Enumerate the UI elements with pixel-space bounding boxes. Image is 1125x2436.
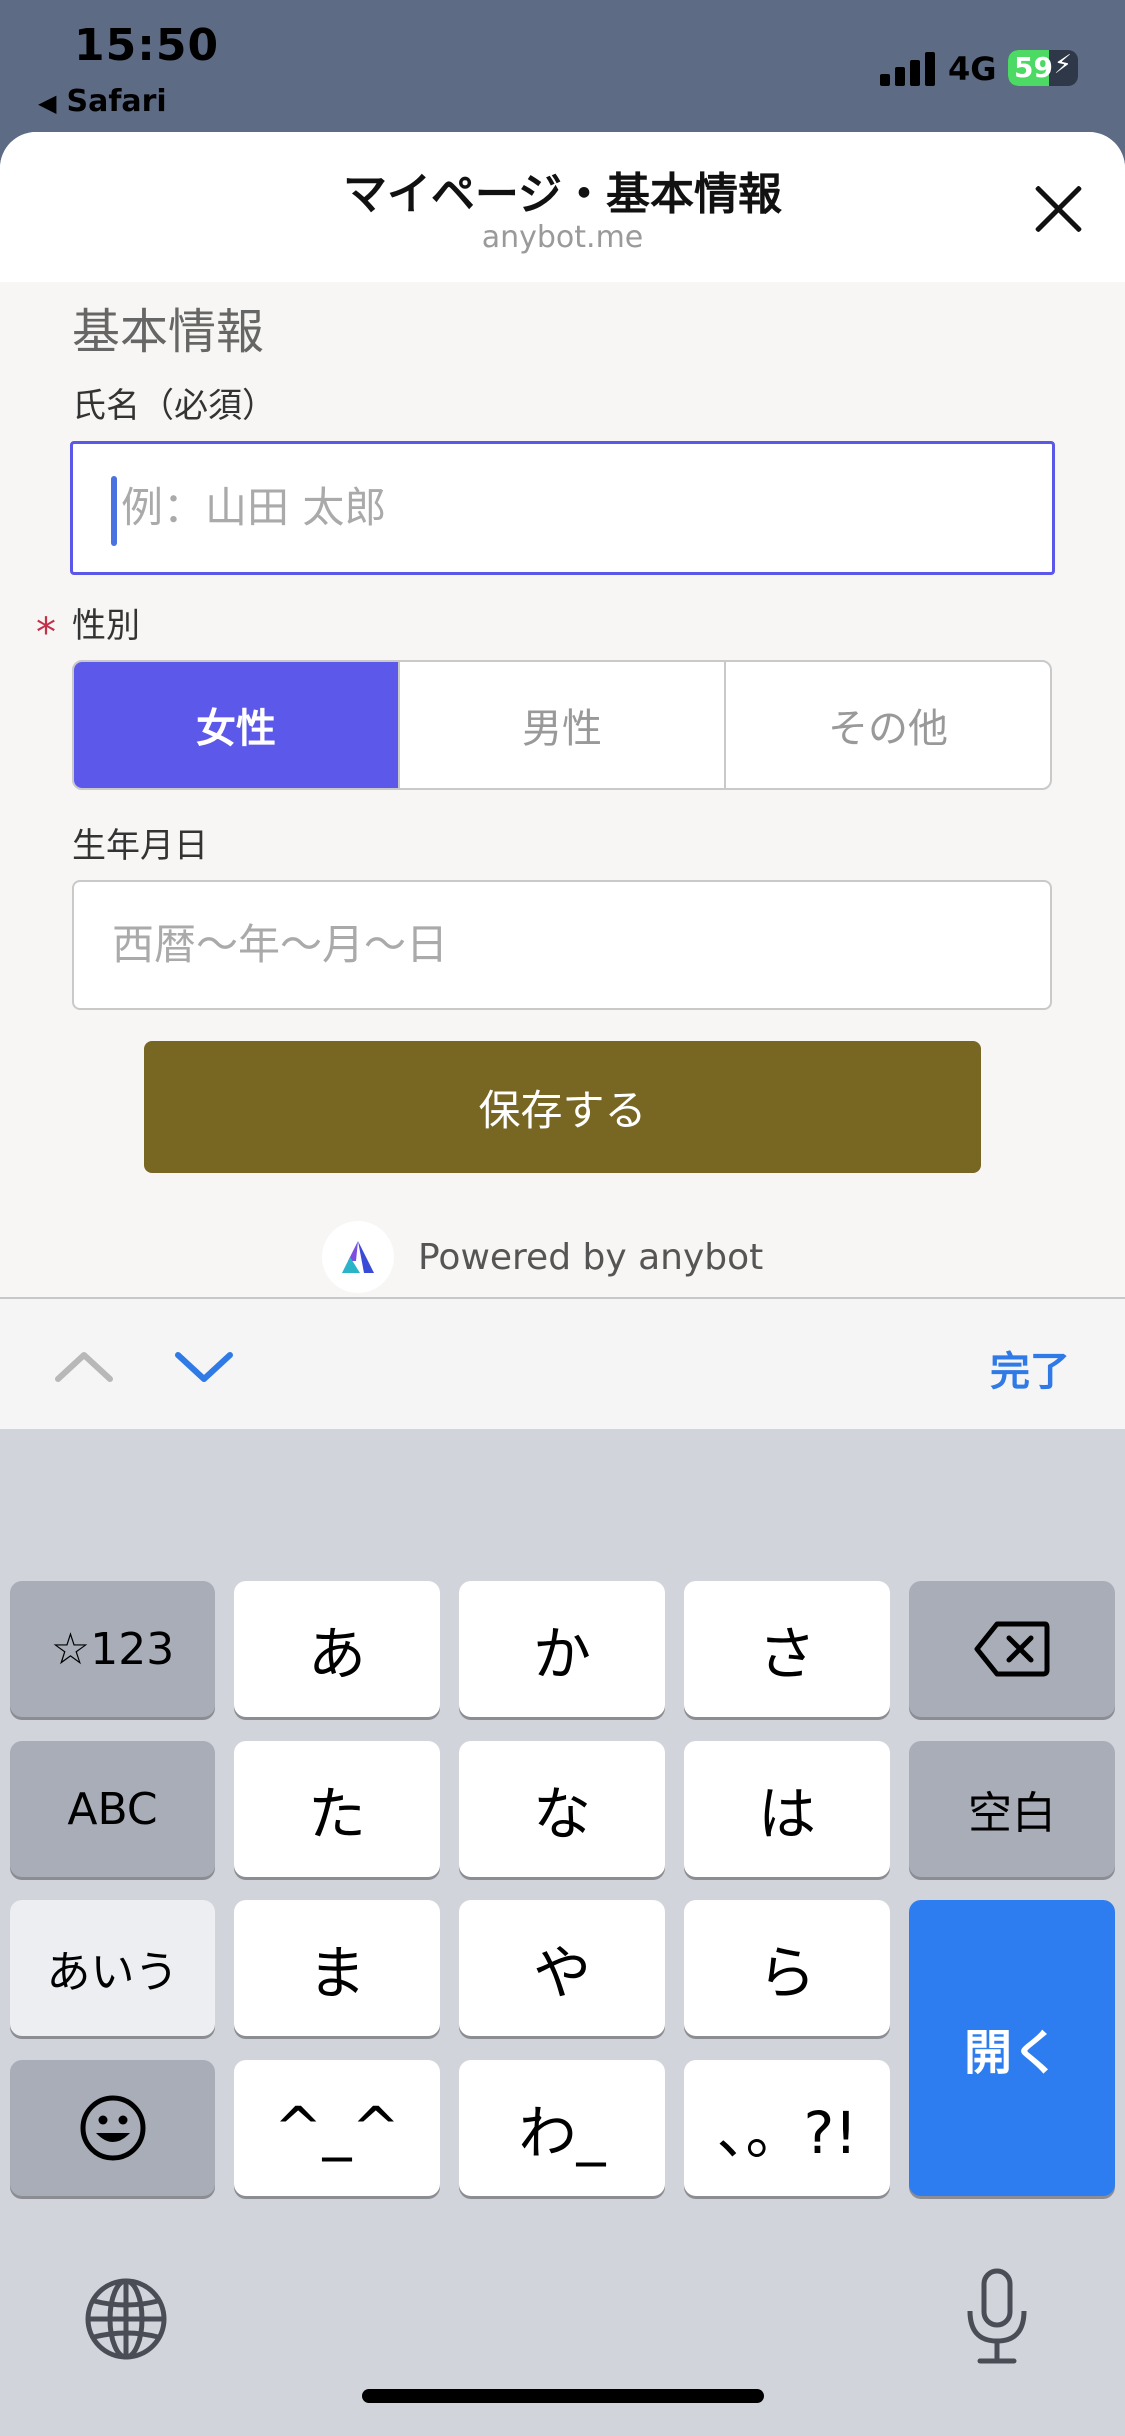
key-symbols[interactable]: ☆123 — [10, 1581, 215, 1717]
sheet-header: マイページ・基本情報 anybot.me — [0, 132, 1125, 282]
key-punctuation[interactable]: 、。?! — [684, 2060, 890, 2196]
sheet-domain: anybot.me — [481, 220, 644, 255]
return-key[interactable]: 開く — [909, 1900, 1115, 2196]
back-app-label: Safari — [66, 84, 167, 119]
key-kaomoji[interactable]: ^_^ — [234, 2060, 440, 2196]
delete-key[interactable] — [909, 1581, 1115, 1717]
key-ra[interactable]: ら — [684, 1900, 890, 2036]
charging-bolt-icon: ⚡ — [1053, 50, 1072, 80]
name-label: 氏名（必須） — [72, 386, 276, 426]
sheet-title: マイページ・基本情報 — [342, 169, 783, 220]
back-to-safari-link[interactable]: ◀ Safari — [38, 84, 167, 119]
emoji-key[interactable] — [10, 2060, 215, 2196]
dob-label: 生年月日 — [72, 826, 208, 866]
section-title: 基本情報 — [72, 304, 265, 360]
cellular-signal-icon — [880, 52, 936, 86]
text-caret — [111, 476, 117, 546]
key-hiragana-mode[interactable]: あいう — [10, 1900, 215, 2036]
webview-sheet: マイページ・基本情報 anybot.me 基本情報 氏名（必須） 例：山田 太郎… — [0, 132, 1125, 1297]
key-ma[interactable]: ま — [234, 1900, 440, 2036]
dob-input[interactable]: 西暦〜年〜月〜日 — [72, 880, 1052, 1010]
backspace-icon — [974, 1621, 1050, 1677]
emoji-smiley-icon — [80, 2095, 145, 2161]
save-button[interactable]: 保存する — [144, 1041, 981, 1173]
key-ha[interactable]: は — [684, 1741, 890, 1877]
back-triangle-icon: ◀ — [38, 89, 57, 117]
gender-option-female[interactable]: 女性 — [74, 662, 400, 788]
done-button[interactable]: 完了 — [990, 1339, 1070, 1397]
close-icon[interactable] — [1030, 180, 1088, 238]
keyboard-accessory-bar: 完了 — [0, 1297, 1125, 1429]
anybot-logo-icon — [322, 1221, 394, 1293]
name-placeholder: 例：山田 太郎 — [121, 483, 387, 532]
powered-by-text: Powered by anybot — [418, 1236, 764, 1278]
battery-icon: 59 ⚡ — [1008, 50, 1078, 86]
gender-option-male[interactable]: 男性 — [400, 662, 726, 788]
key-ya[interactable]: や — [459, 1900, 665, 2036]
key-ta[interactable]: た — [234, 1741, 440, 1877]
key-abc[interactable]: ABC — [10, 1741, 215, 1877]
gender-option-other[interactable]: その他 — [726, 662, 1050, 788]
key-ka[interactable]: か — [459, 1581, 665, 1717]
required-mark: * — [36, 610, 56, 656]
network-type: 4G — [948, 50, 997, 88]
chevron-up-icon[interactable] — [52, 1335, 116, 1399]
globe-icon[interactable] — [84, 2277, 168, 2361]
microphone-icon[interactable] — [962, 2267, 1032, 2367]
japanese-keyboard: ☆123 あ か さ ABC た な は 空白 あいう ま や ら 開く ^_^… — [0, 1429, 1125, 2436]
chevron-down-icon[interactable] — [172, 1335, 236, 1399]
key-space[interactable]: 空白 — [909, 1741, 1115, 1877]
status-bar: 15:50 ◀ Safari 4G 59 ⚡ — [0, 0, 1125, 132]
status-time: 15:50 — [74, 20, 220, 71]
name-input[interactable]: 例：山田 太郎 — [70, 441, 1055, 575]
key-a[interactable]: あ — [234, 1581, 440, 1717]
gender-label: 性別 — [72, 606, 140, 646]
powered-by[interactable]: Powered by anybot — [322, 1220, 763, 1294]
gender-selector: 女性 男性 その他 — [72, 660, 1052, 790]
key-wa[interactable]: わ_ — [459, 2060, 665, 2196]
battery-level: 59 — [1014, 51, 1053, 84]
key-na[interactable]: な — [459, 1741, 665, 1877]
key-sa[interactable]: さ — [684, 1581, 890, 1717]
home-indicator[interactable] — [362, 2389, 764, 2403]
